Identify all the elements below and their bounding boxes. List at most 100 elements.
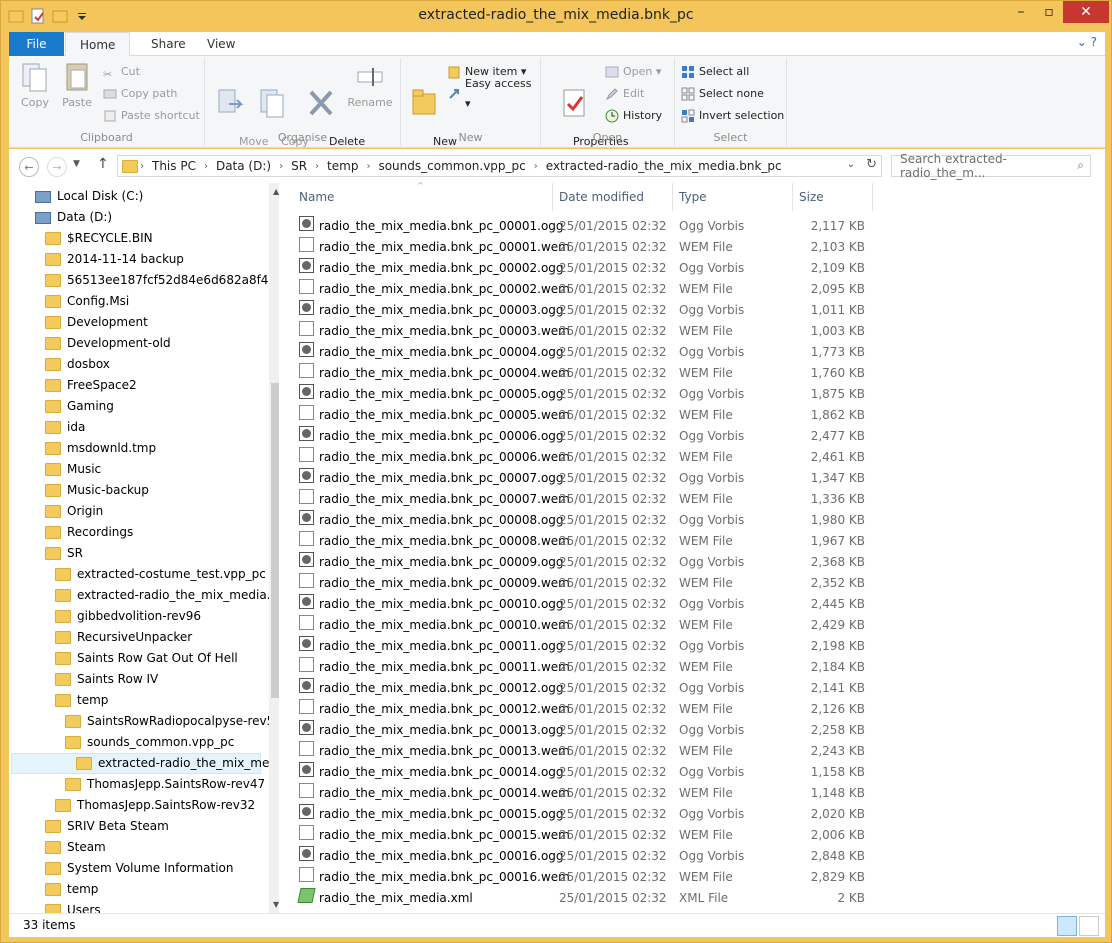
help-icon[interactable]: ⌄ ? [1077,35,1097,49]
file-row[interactable]: radio_the_mix_media.bnk_pc_00016.wem 25/0… [293,867,893,888]
nav-folder-item[interactable]: SaintsRowRadiopocalpyse-rev5 [9,711,274,732]
history-button[interactable]: History [605,106,662,126]
file-row[interactable]: radio_the_mix_media.bnk_pc_00011.wem 25/0… [293,657,893,678]
file-row[interactable]: radio_the_mix_media.bnk_pc_00006.wem 25/0… [293,447,893,468]
open-button[interactable]: Open ▾ [605,62,661,82]
nav-folder-item[interactable]: Development-old [9,333,171,354]
nav-folder-item[interactable]: $RECYCLE.BIN [9,228,153,249]
nav-folder-item[interactable]: extracted-costume_test.vpp_pc [9,564,266,585]
tab-share[interactable]: Share [137,32,200,56]
back-button[interactable]: ← [19,157,39,177]
paste-button[interactable]: Paste [59,60,95,109]
nav-folder-item[interactable]: FreeSpace2 [9,375,137,396]
file-row[interactable]: radio_the_mix_media.bnk_pc_00009.ogg 25/0… [293,552,893,573]
nav-folder-item[interactable]: Recordings [9,522,133,543]
nav-folder-item[interactable]: System Volume Information [9,858,233,879]
file-row[interactable]: radio_the_mix_media.bnk_pc_00004.wem 25/0… [293,363,893,384]
file-row[interactable]: radio_the_mix_media.bnk_pc_00009.wem 25/0… [293,573,893,594]
refresh-icon[interactable]: ↻ [866,157,877,172]
file-row[interactable]: radio_the_mix_media.bnk_pc_00006.ogg 25/0… [293,426,893,447]
file-row[interactable]: radio_the_mix_media.bnk_pc_00007.ogg 25/0… [293,468,893,489]
nav-folder-item[interactable]: Steam [9,837,106,858]
file-row[interactable]: radio_the_mix_media.bnk_pc_00003.wem 25/0… [293,321,893,342]
select-all-button[interactable]: Select all [681,62,749,82]
nav-scrollbar-thumb[interactable] [271,383,279,698]
file-row[interactable]: radio_the_mix_media.bnk_pc_00002.wem 25/0… [293,279,893,300]
nav-folder-item[interactable]: extracted-radio_the_mix_media.bn [9,585,279,606]
minimize-button[interactable]: – [1007,1,1035,23]
file-row[interactable]: radio_the_mix_media.bnk_pc_00008.ogg 25/0… [293,510,893,531]
file-row[interactable]: radio_the_mix_media.bnk_pc_00011.ogg 25/0… [293,636,893,657]
nav-folder-item[interactable]: Music-backup [9,480,149,501]
recent-locations-icon[interactable]: ▼ [73,159,80,169]
cut-button[interactable]: ✂ Cut [103,62,140,82]
easy-access-button[interactable]: Easy access ▾ [447,77,540,110]
file-row[interactable]: radio_the_mix_media.bnk_pc_00008.wem 25/0… [293,531,893,552]
nav-folder-item[interactable]: dosbox [9,354,110,375]
nav-folder-item[interactable]: 2014-11-14 backup [9,249,184,270]
file-row[interactable]: radio_the_mix_media.bnk_pc_00010.wem 25/0… [293,615,893,636]
breadcrumb-sounds-common[interactable]: sounds_common.vpp_pc [372,159,531,173]
large-icons-view-button[interactable] [1079,916,1099,936]
file-row[interactable]: radio_the_mix_media.bnk_pc_00002.ogg 25/0… [293,258,893,279]
file-row[interactable]: radio_the_mix_media.bnk_pc_00013.ogg 25/0… [293,720,893,741]
file-row[interactable]: radio_the_mix_media.bnk_pc_00016.ogg 25/0… [293,846,893,867]
column-header-type[interactable]: Type [673,183,793,211]
column-header-date[interactable]: Date modified [553,183,673,211]
nav-folder-item[interactable]: Config.Msi [9,291,129,312]
details-view-button[interactable] [1057,916,1077,936]
select-none-button[interactable]: Select none [681,84,764,104]
nav-folder-item[interactable]: Development [9,312,148,333]
forward-button[interactable]: → [47,157,67,177]
nav-folder-item[interactable]: RecursiveUnpacker [9,627,192,648]
nav-drive-item[interactable]: Data (D:) [9,207,112,228]
breadcrumb-temp[interactable]: temp [321,159,364,173]
nav-folder-item[interactable]: temp [9,690,108,711]
nav-folder-item[interactable]: ida [9,417,85,438]
breadcrumb-this-pc[interactable]: This PC [146,159,202,173]
edit-button[interactable]: Edit [605,84,644,104]
nav-folder-item[interactable]: gibbedvolition-rev96 [9,606,201,627]
nav-folder-item[interactable]: Gaming [9,396,114,417]
nav-folder-item[interactable]: Music [9,459,101,480]
file-row[interactable]: radio_the_mix_media.bnk_pc_00010.ogg 25/0… [293,594,893,615]
file-row[interactable]: radio_the_mix_media.bnk_pc_00001.ogg 25/0… [293,216,893,237]
file-row[interactable]: radio_the_mix_media.bnk_pc_00012.wem 25/0… [293,699,893,720]
nav-folder-item[interactable]: Origin [9,501,103,522]
breadcrumb-data-d[interactable]: Data (D:) [210,159,277,173]
column-header-size[interactable]: Size [793,183,873,211]
nav-drive-item[interactable]: Local Disk (C:) [9,186,143,207]
copy-button[interactable]: Copy [17,60,53,109]
close-button[interactable]: ✕ [1063,1,1109,23]
file-row[interactable]: radio_the_mix_media.bnk_pc_00014.wem 25/0… [293,783,893,804]
nav-folder-item[interactable]: SR [9,543,83,564]
file-row[interactable]: radio_the_mix_media.bnk_pc_00015.wem 25/0… [293,825,893,846]
nav-folder-item[interactable]: 56513ee187fcf52d84e6d682a8f4c8 [9,270,279,291]
nav-folder-item[interactable]: ThomasJepp.SaintsRow-rev47 [9,774,265,795]
file-row[interactable]: radio_the_mix_media.bnk_pc_00012.ogg 25/0… [293,678,893,699]
nav-folder-item[interactable]: Saints Row IV [9,669,158,690]
file-row[interactable]: radio_the_mix_media.xml 25/01/2015 02:32 X… [293,888,893,909]
file-row[interactable]: radio_the_mix_media.bnk_pc_00001.wem 25/0… [293,237,893,258]
file-row[interactable]: radio_the_mix_media.bnk_pc_00014.ogg 25/0… [293,762,893,783]
nav-folder-item[interactable]: temp [9,879,98,900]
invert-selection-button[interactable]: Invert selection [681,106,784,126]
tab-view[interactable]: View [193,32,249,56]
tab-home[interactable]: Home [65,32,131,57]
paste-shortcut-button[interactable]: Paste shortcut [103,106,200,126]
breadcrumb[interactable]: › This PC › Data (D:) › SR › temp › sounds_c… [117,155,882,177]
file-row[interactable]: radio_the_mix_media.bnk_pc_00005.ogg 25/0… [293,384,893,405]
up-button[interactable]: ↑ [97,156,109,172]
nav-folder-item[interactable]: Users [9,900,101,913]
copy-path-button[interactable]: Copy path [103,84,177,104]
file-row[interactable]: radio_the_mix_media.bnk_pc_00007.wem 25/0… [293,489,893,510]
maximize-button[interactable]: ▫ [1035,1,1063,23]
breadcrumb-current-folder[interactable]: extracted-radio_the_mix_media.bnk_pc [540,159,788,173]
file-row[interactable]: radio_the_mix_media.bnk_pc_00015.ogg 25/0… [293,804,893,825]
nav-folder-item[interactable]: ThomasJepp.SaintsRow-rev32 [9,795,255,816]
search-input[interactable]: Search extracted-radio_the_m... ⌕ [891,152,1091,180]
file-row[interactable]: radio_the_mix_media.bnk_pc_00005.wem 25/0… [293,405,893,426]
nav-folder-item[interactable]: sounds_common.vpp_pc [9,732,234,753]
address-dropdown-icon[interactable]: ⌄ [847,159,855,170]
file-row[interactable]: radio_the_mix_media.bnk_pc_00003.ogg 25/0… [293,300,893,321]
